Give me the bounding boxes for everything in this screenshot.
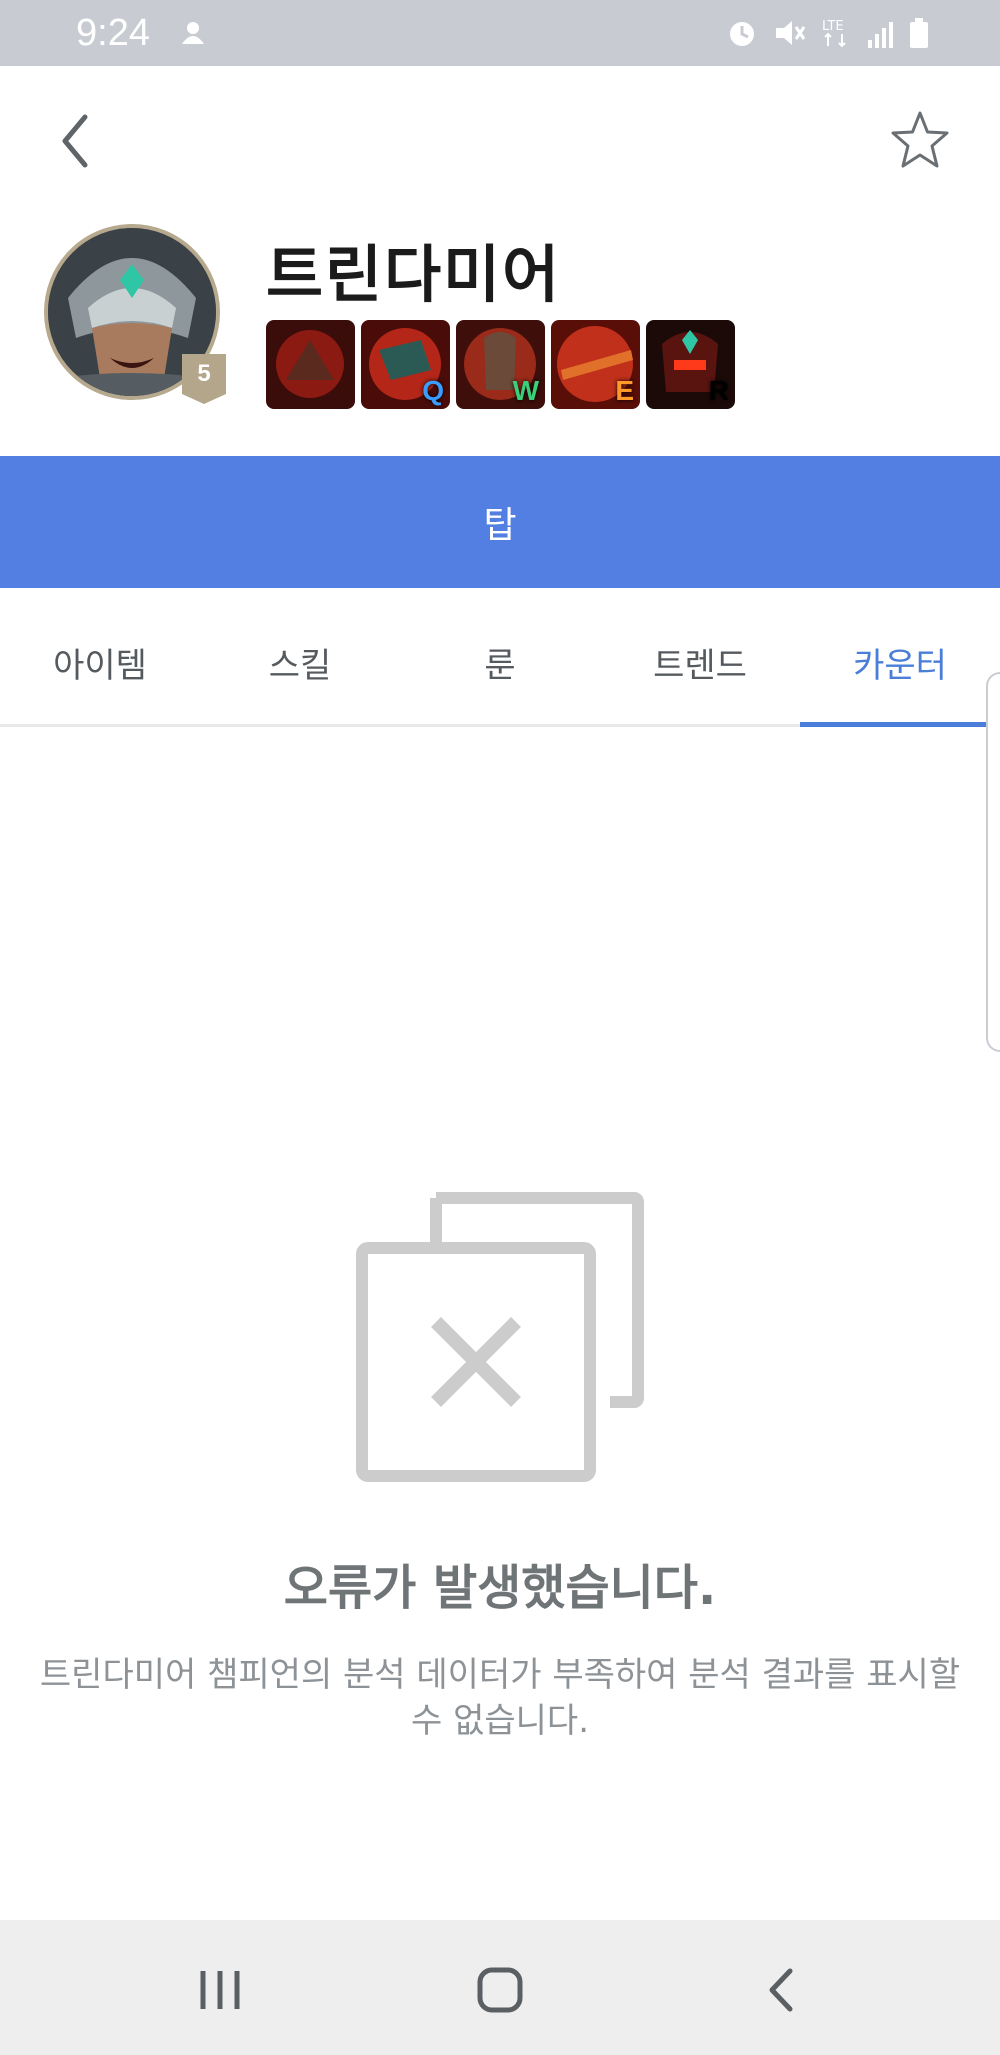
- favorite-button[interactable]: [880, 100, 960, 180]
- error-description: 트린다미어 챔피언의 분석 데이터가 부족하여 분석 결과를 표시할 수 없습니…: [0, 1652, 1000, 1744]
- back-icon: [769, 1968, 793, 2012]
- system-nav-bar: [0, 1920, 1000, 2055]
- error-description-line: 트린다미어 챔피언의 분석 데이터가 부족하여 분석 결과를 표시할: [39, 1655, 961, 1695]
- role-selector-button[interactable]: 탑: [0, 456, 1000, 588]
- signal-icon: [868, 22, 893, 48]
- back-arrow-icon: [62, 114, 88, 168]
- nav-back-button[interactable]: [742, 1950, 822, 2030]
- mute-icon: [776, 21, 806, 45]
- role-label: 탑: [483, 505, 517, 546]
- recent-apps-button[interactable]: [180, 1950, 260, 2030]
- svg-text:LTE: LTE: [822, 19, 844, 34]
- tab-runes[interactable]: 룬: [400, 600, 600, 724]
- skill-q[interactable]: Q: [361, 320, 450, 409]
- skill-list: Q W E R: [266, 320, 735, 409]
- skill-passive[interactable]: [266, 320, 355, 409]
- champion-name: 트린다미어: [266, 238, 562, 311]
- tab-trends[interactable]: 트렌드: [600, 600, 800, 724]
- skill-key: E: [615, 375, 634, 406]
- top-app-bar: [0, 66, 1000, 216]
- recent-apps-icon: [200, 1971, 240, 2009]
- skill-key: W: [512, 375, 539, 406]
- skill-key: R: [708, 375, 729, 406]
- status-time: 9:24: [76, 12, 150, 54]
- status-icons: LTE: [724, 16, 930, 50]
- alarm-icon: [730, 22, 754, 46]
- status-bar: 9:24 LTE: [0, 0, 1000, 66]
- skill-e[interactable]: E: [551, 320, 640, 409]
- level-text: 5: [197, 360, 211, 387]
- skill-key: Q: [422, 375, 444, 406]
- level-badge: 5: [182, 354, 226, 404]
- skill-w[interactable]: W: [456, 320, 545, 409]
- lte-icon: LTE: [822, 19, 846, 48]
- back-button[interactable]: [40, 106, 110, 176]
- error-copy-icon: [356, 1192, 644, 1482]
- tab-counter[interactable]: 카운터: [800, 600, 1000, 727]
- tab-skills[interactable]: 스킬: [200, 600, 400, 724]
- side-panel-handle[interactable]: [986, 672, 1000, 1052]
- champion-avatar: 5: [44, 224, 226, 404]
- error-title: 오류가 발생했습니다.: [283, 1560, 717, 1616]
- skill-r[interactable]: R: [646, 320, 735, 409]
- tab-bar: 아이템 스킬 룬 트렌드 카운터: [0, 600, 1000, 727]
- error-description-line: 수 없습니다.: [410, 1701, 589, 1741]
- home-button[interactable]: [460, 1950, 540, 2030]
- star-outline-icon: [891, 111, 949, 168]
- battery-icon: [910, 18, 928, 48]
- home-icon: [477, 1967, 523, 2013]
- notification-icon: [182, 22, 204, 44]
- tab-items[interactable]: 아이템: [0, 600, 200, 724]
